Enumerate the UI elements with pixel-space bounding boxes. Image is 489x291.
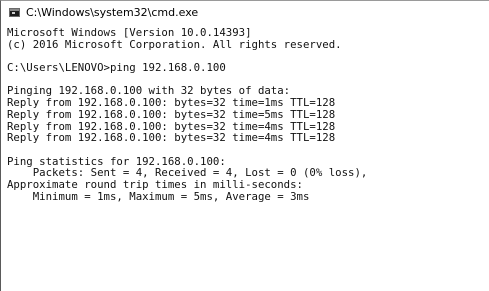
console-output[interactable]: Microsoft Windows [Version 10.0.14393] (… bbox=[7, 27, 485, 289]
console-line-rtt-header: Approximate round trip times in milli-se… bbox=[7, 177, 303, 191]
title-bar[interactable]: C:\Windows\system32\cmd.exe bbox=[1, 1, 489, 25]
console-line-rtt-values: Minimum = 1ms, Maximum = 5ms, Average = … bbox=[7, 189, 310, 203]
console-icon[interactable] bbox=[9, 8, 20, 17]
console-line-version: Microsoft Windows [Version 10.0.14393] bbox=[7, 27, 252, 39]
cmd-window: C:\Windows\system32\cmd.exe Microsoft Wi… bbox=[0, 0, 489, 291]
console-line-copyright: (c) 2016 Microsoft Corporation. All righ… bbox=[7, 37, 342, 51]
console-line-reply: Reply from 192.168.0.100: bytes=32 time=… bbox=[7, 107, 336, 121]
console-line-command: C:\Users\LENOVO>ping 192.168.0.100 bbox=[7, 61, 226, 75]
window-title: C:\Windows\system32\cmd.exe bbox=[26, 6, 199, 19]
console-line-reply: Reply from 192.168.0.100: bytes=32 time=… bbox=[7, 131, 336, 145]
